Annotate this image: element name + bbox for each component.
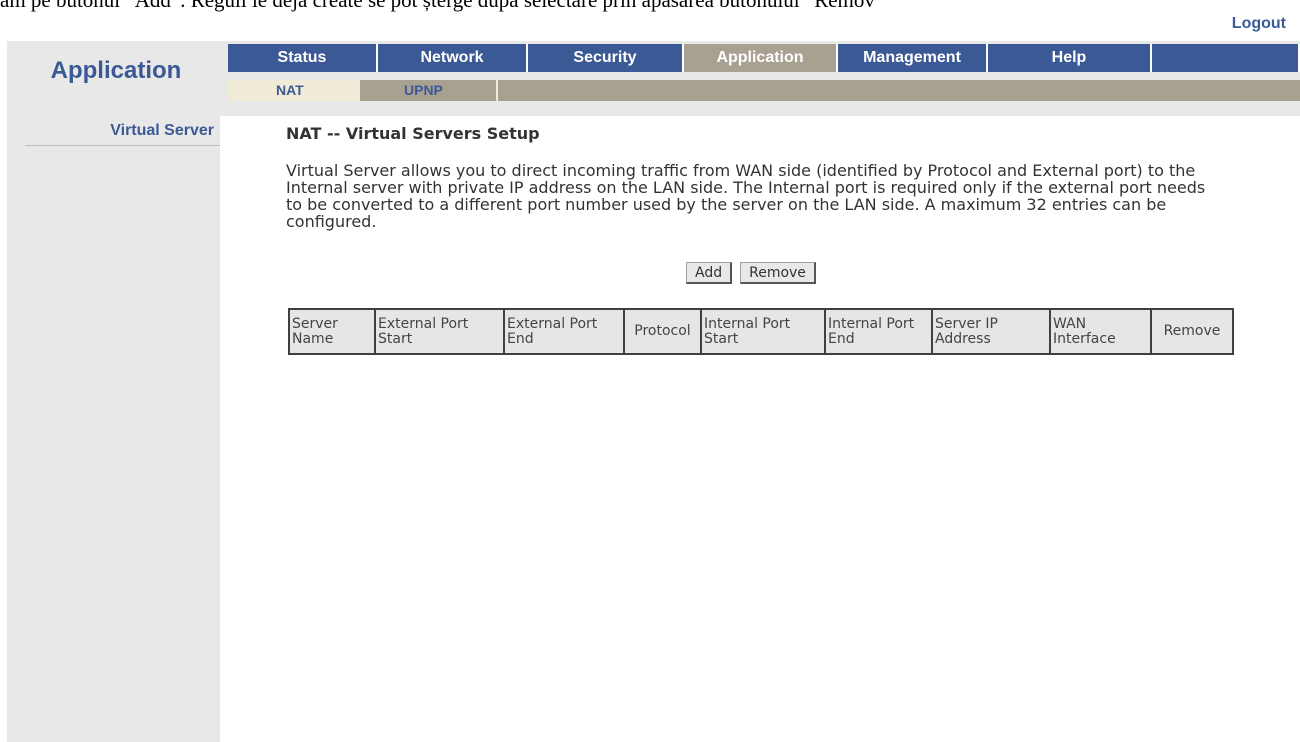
column-header: Server Name <box>288 308 376 355</box>
tab-status[interactable]: Status <box>228 44 378 72</box>
app-section-title: Application <box>50 57 182 84</box>
subtab-nat[interactable]: NAT <box>228 80 360 101</box>
page-title: NAT -- Virtual Servers Setup <box>286 124 540 143</box>
page-description: Virtual Server allows you to direct inco… <box>286 161 1206 231</box>
remove-button[interactable]: Remove <box>740 262 816 284</box>
column-header: Internal Port Start <box>700 308 826 355</box>
logout-link[interactable]: Logout <box>1232 15 1286 33</box>
sidebar: Virtual Server <box>7 116 220 742</box>
column-header: External Port Start <box>374 308 505 355</box>
tab-network[interactable]: Network <box>378 44 528 72</box>
column-header: Server IP Address <box>931 308 1051 355</box>
sidebar-item-virtual-server[interactable]: Virtual Server <box>25 120 220 146</box>
main-nav: Status Network Security Application Mana… <box>228 44 1300 72</box>
document-caption: ăm pe butonul “Add”. Reguli le deja crea… <box>0 0 875 12</box>
tab-security[interactable]: Security <box>528 44 684 72</box>
column-header: Protocol <box>623 308 702 355</box>
virtual-server-table: Server Name External Port Start External… <box>288 308 1234 355</box>
column-header: Remove <box>1150 308 1234 355</box>
tab-application[interactable]: Application <box>684 44 838 72</box>
tab-empty <box>1152 44 1300 72</box>
column-header: WAN Interface <box>1049 308 1152 355</box>
action-buttons: Add Remove <box>686 262 816 284</box>
subtab-upnp[interactable]: UPNP <box>360 80 498 101</box>
table-header-row: Server Name External Port Start External… <box>288 308 1234 355</box>
column-header: Internal Port End <box>824 308 933 355</box>
sub-nav: NAT UPNP <box>228 80 1300 101</box>
tab-management[interactable]: Management <box>838 44 988 72</box>
column-header: External Port End <box>503 308 625 355</box>
add-button[interactable]: Add <box>686 262 733 284</box>
tab-help[interactable]: Help <box>988 44 1152 72</box>
